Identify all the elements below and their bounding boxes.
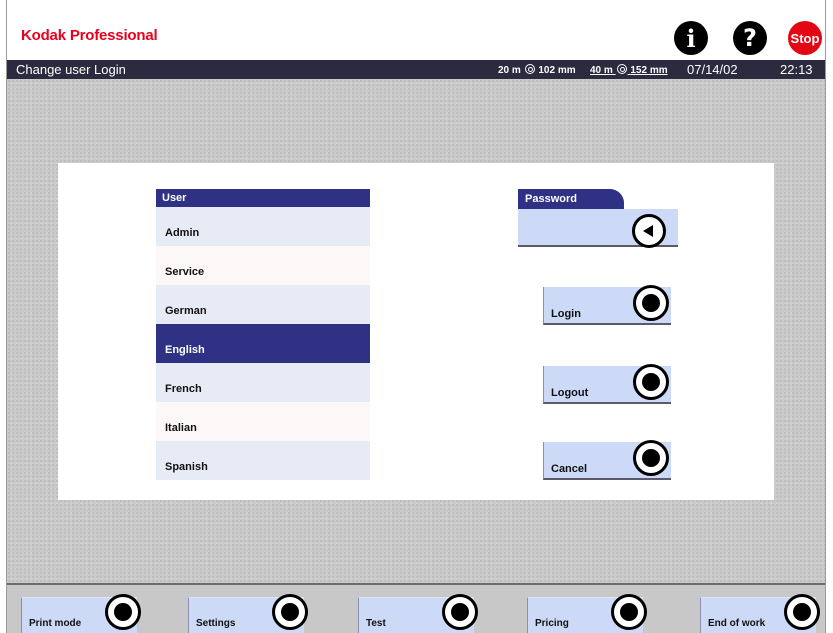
roll1-width: 102 mm [538, 65, 576, 76]
settings-button[interactable]: Settings [188, 594, 308, 633]
roll-status-1: 20 m 102 mm [498, 64, 576, 76]
page-title: Change user Login [16, 62, 126, 77]
kodak-logo: Kodak Professional [21, 27, 158, 44]
user-item-italian[interactable]: Italian [156, 402, 370, 441]
app-window: Kodak Professional i ? Stop Change user … [6, 0, 826, 633]
roll2-width: 152 mm [630, 65, 668, 76]
stop-button[interactable]: Stop [788, 21, 822, 55]
print-mode-button[interactable]: Print mode [21, 594, 141, 633]
title-bar: Change user Login 20 m 102 mm 40 m 152 m… [7, 60, 825, 79]
cancel-button[interactable]: Cancel [543, 440, 671, 480]
work-area: User Admin Service German English French… [7, 79, 825, 583]
logo-kodak: Kodak [21, 27, 66, 44]
test-button[interactable]: Test [358, 594, 478, 633]
roll2-length: 40 m [590, 65, 613, 76]
user-item-service[interactable]: Service [156, 246, 370, 285]
backspace-button[interactable] [632, 214, 666, 248]
help-icon[interactable]: ? [733, 21, 767, 55]
user-item-french[interactable]: French [156, 363, 370, 402]
status-date: 07/14/02 [687, 62, 738, 77]
button-knob-icon [633, 440, 669, 476]
user-item-english[interactable]: English [156, 324, 370, 363]
pricing-label: Pricing [535, 618, 569, 629]
cancel-button-label: Cancel [551, 463, 588, 475]
logout-button[interactable]: Logout [543, 364, 671, 404]
logo-professional: Professional [69, 27, 158, 44]
user-list: User Admin Service German English French… [156, 189, 370, 480]
end-of-work-label: End of work [708, 618, 766, 629]
login-button[interactable]: Login [543, 285, 671, 325]
info-icon[interactable]: i [674, 21, 708, 55]
status-time: 22:13 [780, 62, 813, 77]
user-item-german[interactable]: German [156, 285, 370, 324]
test-label: Test [366, 618, 386, 629]
button-knob-icon [272, 594, 308, 630]
login-panel: User Admin Service German English French… [58, 163, 774, 500]
button-knob-icon [633, 364, 669, 400]
pricing-button[interactable]: Pricing [527, 594, 647, 633]
user-item-admin[interactable]: Admin [156, 207, 370, 246]
roll-status-2: 40 m 152 mm [590, 64, 668, 76]
print-mode-label: Print mode [29, 618, 82, 629]
button-knob-icon [784, 594, 820, 630]
function-bar: Print mode Settings Test Pricing End of … [7, 583, 825, 633]
paper-roll-icon [616, 64, 627, 74]
roll1-length: 20 m [498, 65, 521, 76]
password-label: Password [518, 189, 624, 209]
logout-button-label: Logout [551, 387, 589, 399]
user-list-header: User [156, 189, 370, 207]
brand-bar: Kodak Professional i ? Stop [7, 0, 825, 60]
paper-roll-icon [524, 64, 535, 74]
button-knob-icon [611, 594, 647, 630]
button-knob-icon [633, 285, 669, 321]
settings-label: Settings [196, 618, 236, 629]
user-item-spanish[interactable]: Spanish [156, 441, 370, 480]
end-of-work-button[interactable]: End of work [700, 594, 820, 633]
button-knob-icon [442, 594, 478, 630]
login-button-label: Login [551, 308, 581, 320]
button-knob-icon [105, 594, 141, 630]
